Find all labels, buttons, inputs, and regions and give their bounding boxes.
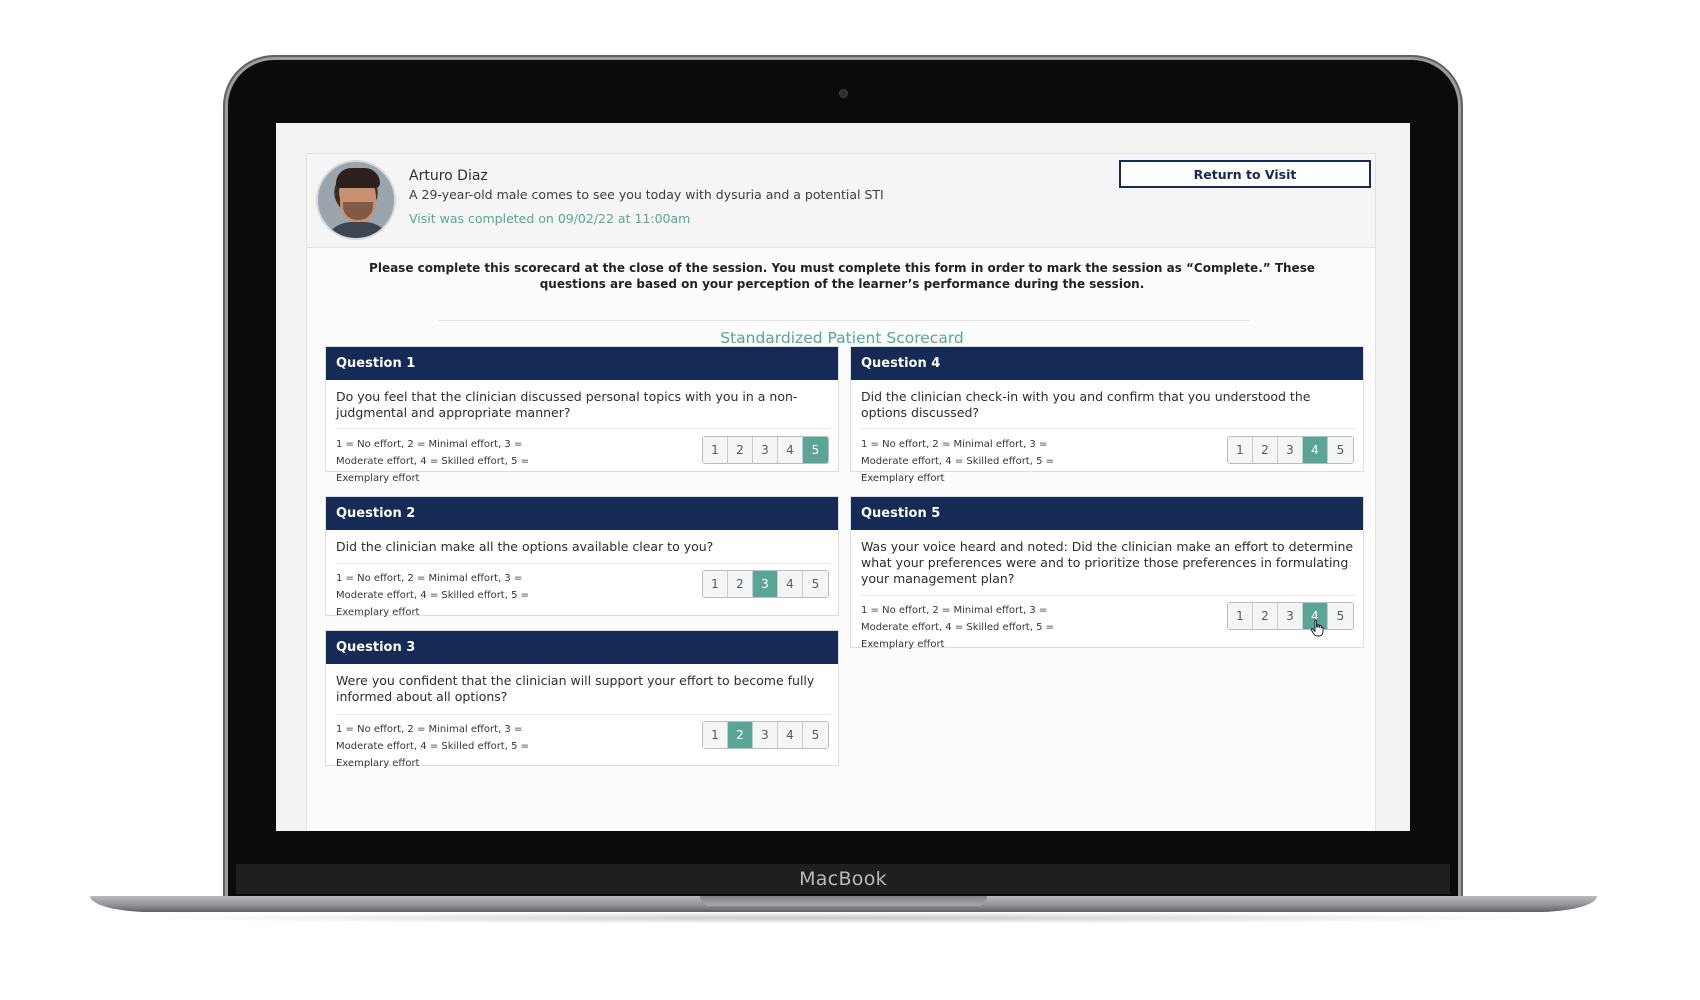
rating-option-5[interactable]: 5 [1328,437,1353,463]
rating-option-1[interactable]: 1 [1228,437,1253,463]
rating-option-1[interactable]: 1 [703,571,728,597]
rating-option-4[interactable]: 4 [778,722,803,748]
scale-legend: 1 = No effort, 2 = Minimal effort, 3 = M… [336,573,530,618]
divider [336,714,830,715]
divider [861,595,1355,596]
question-card-1: Question 1 Do you feel that the clinicia… [325,346,839,484]
rating-group: 1 2 3 4 5 [1227,436,1354,464]
scale-legend: 1 = No effort, 2 = Minimal effort, 3 = M… [861,605,1055,650]
patient-avatar [316,160,396,240]
patient-header: Arturo Diaz A 29-year-old male comes to … [307,154,1375,248]
question-title: Question 4 [851,347,1363,380]
rating-group: 1 2 3 4 5 [702,436,829,464]
laptop-screen: Arturo Diaz A 29-year-old male comes to … [276,123,1410,831]
question-title: Question 1 [326,347,838,380]
question-card-5: Question 5 Was your voice heard and note… [850,496,1364,650]
laptop-shadow [140,912,1550,924]
rating-option-5[interactable]: 5 [803,722,828,748]
return-to-visit-button[interactable]: Return to Visit [1119,160,1371,188]
laptop-hinge-notch [700,896,987,906]
rating-option-3[interactable]: 3 [1278,437,1303,463]
question-card-4: Question 4 Did the clinician check-in wi… [850,346,1364,484]
question-text: Did the clinician make all the options a… [336,539,714,554]
question-text: Do you feel that the clinician discussed… [336,389,798,420]
webcam-icon [839,89,848,98]
laptop-chin: MacBook [236,864,1450,894]
patient-description: A 29-year-old male comes to see you toda… [409,187,884,202]
rating-option-3[interactable]: 3 [753,722,778,748]
rating-option-3[interactable]: 3 [753,571,778,597]
rating-option-5[interactable]: 5 [803,571,828,597]
question-text: Was your voice heard and noted: Did the … [861,539,1354,586]
question-text: Did the clinician check-in with you and … [861,389,1311,420]
rating-option-2[interactable]: 2 [728,722,753,748]
question-title: Question 5 [851,497,1363,530]
rating-group: 1 2 3 4 5 [702,570,829,598]
divider [336,428,830,429]
rating-option-2[interactable]: 2 [1253,437,1278,463]
divider [861,428,1355,429]
laptop-brand-label: MacBook [799,868,887,890]
scale-legend: 1 = No effort, 2 = Minimal effort, 3 = M… [336,724,530,769]
rating-group: 1 2 3 4 5 [1227,602,1354,630]
rating-option-4[interactable]: 4 [778,437,803,463]
rating-option-3[interactable]: 3 [753,437,778,463]
question-card-3: Question 3 Were you confident that the c… [325,630,839,769]
visit-status: Visit was completed on 09/02/22 at 11:00… [409,211,691,226]
instructions-text: Please complete this scorecard at the cl… [369,261,1315,291]
rating-option-2[interactable]: 2 [728,437,753,463]
scale-legend: 1 = No effort, 2 = Minimal effort, 3 = M… [336,439,530,484]
question-title: Question 2 [326,497,838,530]
rating-option-5[interactable]: 5 [803,437,828,463]
rating-option-4[interactable]: 4 [1303,437,1328,463]
rating-option-1[interactable]: 1 [703,722,728,748]
divider [336,563,830,564]
question-text: Were you confident that the clinician wi… [336,673,815,704]
rating-option-1[interactable]: 1 [703,437,728,463]
divider [439,320,1249,321]
question-title: Question 3 [326,631,838,664]
scorecard-panel: Arturo Diaz A 29-year-old male comes to … [306,153,1376,831]
scale-legend: 1 = No effort, 2 = Minimal effort, 3 = M… [861,439,1055,484]
patient-name: Arturo Diaz [409,168,488,184]
rating-option-2[interactable]: 2 [728,571,753,597]
rating-option-4[interactable]: 4 [778,571,803,597]
rating-option-5[interactable]: 5 [1328,603,1353,629]
rating-option-3[interactable]: 3 [1278,603,1303,629]
rating-option-2[interactable]: 2 [1253,603,1278,629]
question-card-2: Question 2 Did the clinician make all th… [325,496,839,618]
hand-pointer-icon [1310,619,1324,637]
scorecard-title: Standardized Patient Scorecard [720,329,964,347]
rating-group: 1 2 3 4 5 [702,721,829,749]
rating-option-1[interactable]: 1 [1228,603,1253,629]
